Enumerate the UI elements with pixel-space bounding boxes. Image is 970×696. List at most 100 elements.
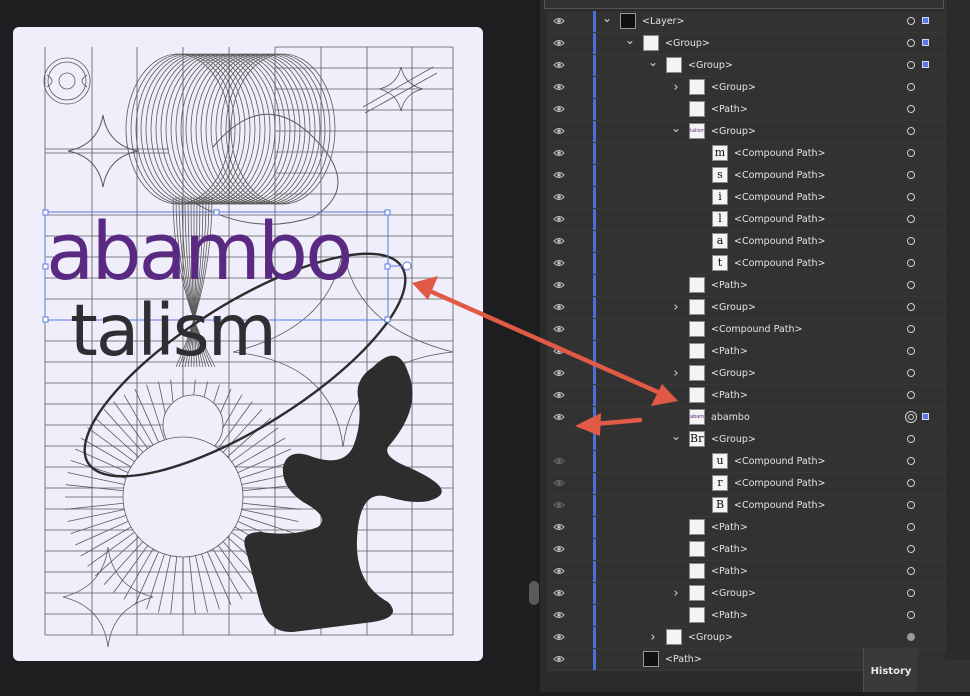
layer-name[interactable]: <Group> [711, 77, 756, 98]
layer-name[interactable]: <Compound Path> [734, 231, 825, 252]
layer-name[interactable]: <Group> [688, 627, 733, 648]
layer-name[interactable]: <Group> [688, 55, 733, 76]
layer-row[interactable]: › <Group> [547, 627, 945, 649]
chevron-down-icon[interactable]: ⌄ [671, 121, 681, 142]
layer-row[interactable]: › <Group> [547, 297, 945, 319]
eye-icon[interactable] [553, 412, 565, 422]
layer-name[interactable]: <Compound Path> [734, 473, 825, 494]
target-icon[interactable] [907, 215, 915, 223]
layer-row[interactable]: m <Compound Path> [547, 143, 945, 165]
eye-icon[interactable] [553, 632, 565, 642]
layer-name[interactable]: <Group> [711, 121, 756, 142]
layer-row[interactable]: t <Compound Path> [547, 253, 945, 275]
layer-row[interactable]: › <Group> [547, 583, 945, 605]
eye-icon[interactable] [553, 16, 565, 26]
target-icon[interactable] [907, 479, 915, 487]
layer-row[interactable]: ⌄ <Layer> [547, 11, 945, 33]
eye-icon[interactable] [553, 236, 565, 246]
layer-row[interactable]: r <Compound Path> [547, 473, 945, 495]
layer-row[interactable]: l <Compound Path> [547, 209, 945, 231]
selection-indicator[interactable] [922, 39, 929, 46]
layer-name[interactable]: <Compound Path> [734, 187, 825, 208]
eye-icon[interactable] [553, 148, 565, 158]
chevron-right-icon[interactable]: › [671, 297, 681, 318]
layer-name[interactable]: <Group> [711, 363, 756, 384]
layer-name[interactable]: <Path> [711, 385, 748, 406]
target-icon[interactable] [907, 545, 915, 553]
target-icon[interactable] [907, 633, 915, 641]
layer-name[interactable]: abambo [711, 407, 750, 428]
eye-icon[interactable] [553, 192, 565, 202]
target-icon[interactable] [907, 303, 915, 311]
selection-indicator[interactable] [922, 413, 929, 420]
target-icon[interactable] [907, 457, 915, 465]
layer-row[interactable]: s <Compound Path> [547, 165, 945, 187]
eye-icon[interactable] [553, 170, 565, 180]
layer-name[interactable]: <Path> [711, 539, 748, 560]
eye-icon[interactable] [553, 654, 565, 664]
layer-name[interactable]: <Compound Path> [734, 165, 825, 186]
layer-row[interactable]: <Path> [547, 605, 945, 627]
target-icon[interactable] [907, 369, 915, 377]
layer-name[interactable]: <Layer> [642, 11, 684, 32]
target-icon[interactable] [907, 347, 915, 355]
chevron-right-icon[interactable]: › [648, 627, 658, 648]
layers-scrollbar[interactable] [945, 0, 956, 650]
chevron-down-icon[interactable]: ⌄ [625, 33, 635, 54]
chevron-down-icon[interactable]: ⌄ [671, 429, 681, 450]
eye-icon[interactable] [553, 346, 565, 356]
layer-row[interactable]: ⌄ <Group> [547, 33, 945, 55]
target-icon[interactable] [907, 281, 915, 289]
artwork-text-abambo[interactable]: abambo [46, 213, 353, 292]
layer-row[interactable]: ⌄ Bru <Group> [547, 429, 945, 451]
eye-icon[interactable] [553, 324, 565, 334]
target-icon[interactable] [907, 127, 915, 135]
target-icon[interactable] [907, 149, 915, 157]
layer-name[interactable]: <Path> [711, 517, 748, 538]
chevron-down-icon[interactable]: ⌄ [648, 55, 658, 76]
layer-name[interactable]: <Group> [711, 429, 756, 450]
layer-name[interactable]: <Path> [711, 605, 748, 626]
eye-icon[interactable] [553, 588, 565, 598]
eye-icon[interactable] [553, 60, 565, 70]
eye-icon[interactable] [553, 104, 565, 114]
layer-name[interactable]: <Compound Path> [734, 253, 825, 274]
layer-name[interactable]: <Path> [711, 275, 748, 296]
layer-row[interactable]: › <Group> [547, 77, 945, 99]
eye-icon[interactable] [553, 280, 565, 290]
layer-row[interactable]: abambo abambo [547, 407, 945, 429]
target-icon[interactable] [907, 193, 915, 201]
artboard[interactable]: abambo talism [13, 27, 483, 661]
target-icon[interactable] [907, 611, 915, 619]
eye-icon[interactable] [553, 258, 565, 268]
layer-row[interactable]: <Path> [547, 275, 945, 297]
layer-row[interactable]: <Path> [547, 99, 945, 121]
eye-icon[interactable] [553, 566, 565, 576]
layer-row[interactable]: u <Compound Path> [547, 451, 945, 473]
eye-icon[interactable] [553, 390, 565, 400]
target-icon[interactable] [907, 259, 915, 267]
eye-icon[interactable] [553, 478, 565, 488]
layer-name[interactable]: <Path> [711, 561, 748, 582]
layer-row[interactable]: a <Compound Path> [547, 231, 945, 253]
target-icon[interactable] [907, 501, 915, 509]
artwork-text-talism[interactable]: talism [70, 295, 277, 366]
chevron-right-icon[interactable]: › [671, 363, 681, 384]
target-icon[interactable] [907, 435, 915, 443]
target-icon[interactable] [907, 523, 915, 531]
layer-name[interactable]: <Group> [711, 583, 756, 604]
target-icon[interactable] [907, 61, 915, 69]
layer-row[interactable]: i <Compound Path> [547, 187, 945, 209]
eye-icon[interactable] [553, 500, 565, 510]
selection-indicator[interactable] [922, 61, 929, 68]
target-icon[interactable] [907, 391, 915, 399]
layer-name[interactable]: <Path> [711, 341, 748, 362]
chevron-right-icon[interactable]: › [671, 77, 681, 98]
layer-row[interactable]: ⌄ talism <Group> [547, 121, 945, 143]
layer-name[interactable]: <Path> [665, 649, 702, 670]
target-icon[interactable] [907, 567, 915, 575]
eye-icon[interactable] [553, 544, 565, 554]
layer-name[interactable]: <Group> [665, 33, 710, 54]
target-icon[interactable] [907, 83, 915, 91]
target-icon[interactable] [907, 105, 915, 113]
